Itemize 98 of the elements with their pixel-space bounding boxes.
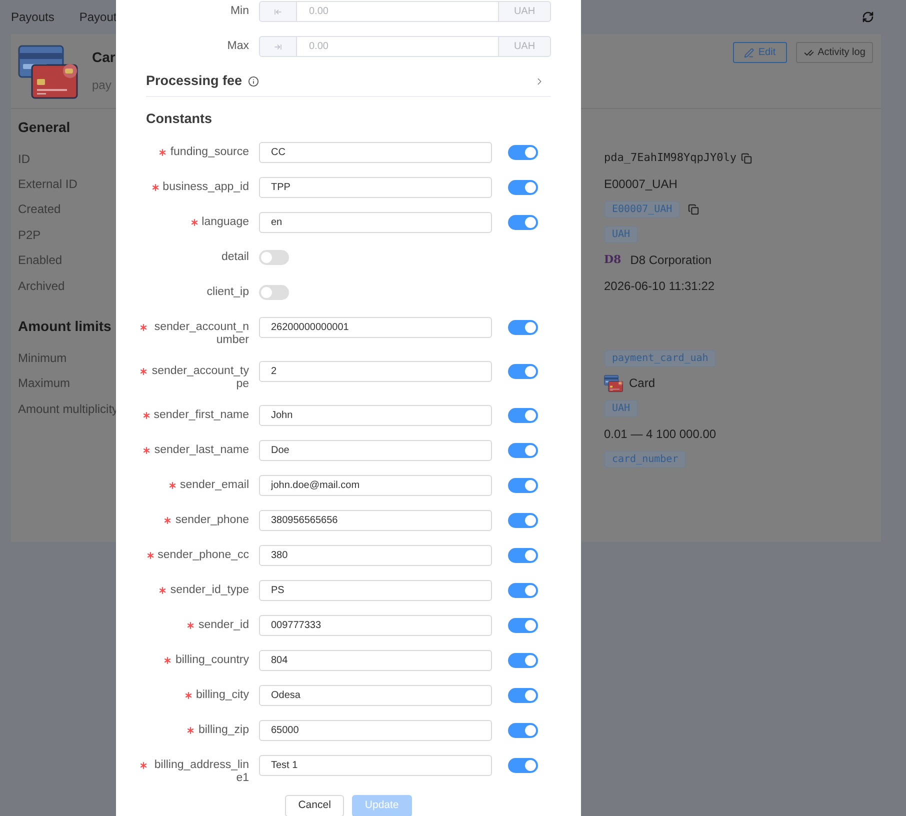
text-input[interactable]: 2 <box>259 361 492 382</box>
field-value: E00007_UAH <box>604 176 678 194</box>
text-input[interactable]: Odesa <box>259 685 492 706</box>
field-label: Minimum <box>18 350 67 368</box>
field-label: Enabled <box>18 252 62 270</box>
text-input[interactable]: Test 1 <box>259 755 492 776</box>
toggle-switch[interactable] <box>508 688 538 703</box>
field-label: billing_zip <box>198 724 249 737</box>
amount-input[interactable]: 0.00 <box>297 36 498 57</box>
text-input[interactable]: PS <box>259 580 492 601</box>
code-tag: card_number <box>604 451 686 468</box>
copy-icon[interactable] <box>741 153 752 164</box>
field-label: billing_city <box>196 689 249 702</box>
refresh-icon[interactable] <box>862 11 874 23</box>
text-input[interactable]: 804 <box>259 650 492 671</box>
field-label: sender_id <box>198 619 249 632</box>
toggle-switch[interactable] <box>508 320 538 335</box>
toggle-switch[interactable] <box>508 145 538 160</box>
credit-cards-icon <box>604 374 623 392</box>
company-logo: D8 <box>604 252 622 268</box>
nav-link[interactable]: Payout <box>79 8 117 26</box>
toggle-switch[interactable] <box>508 443 538 458</box>
id-value: pda_7EahIM98YqpJY0ly <box>604 150 736 166</box>
field-label: language <box>202 216 249 229</box>
amount-input[interactable]: 0.00 <box>297 1 498 22</box>
field-label: Amount multiplicity <box>18 400 118 418</box>
nav-link[interactable]: Payouts <box>11 8 54 26</box>
toggle-switch[interactable] <box>508 653 538 668</box>
credit-cards-icon <box>18 45 78 99</box>
text-input[interactable]: 65000 <box>259 720 492 741</box>
field-label: ID <box>18 150 30 168</box>
field-label: business_app_id <box>162 181 249 194</box>
code-tag: UAH <box>604 226 638 244</box>
copy-icon[interactable] <box>688 204 700 215</box>
double-check-icon <box>804 48 814 58</box>
field-label: P2P <box>18 226 41 244</box>
code-tag: UAH <box>604 400 638 418</box>
field-label: sender_last_name <box>154 444 249 457</box>
page-title: Car <box>92 48 116 66</box>
text-input[interactable]: 009777333 <box>259 615 492 636</box>
field-value: 2026-06-10 11:31:22 <box>604 278 715 295</box>
toggle-switch[interactable] <box>259 285 289 300</box>
field-label: funding_source <box>170 146 249 159</box>
text-input[interactable]: John <box>259 405 492 426</box>
field-label: billing_address_line1 <box>153 759 249 785</box>
toggle-switch[interactable] <box>508 215 538 230</box>
toggle-switch[interactable] <box>259 250 289 265</box>
field-label: sender_first_name <box>154 409 249 422</box>
info-icon <box>248 76 260 87</box>
field-label: Archived <box>18 278 65 295</box>
section-title: Processing fee <box>146 72 242 90</box>
activity-log-button[interactable]: Activity log <box>796 42 873 63</box>
text-input[interactable]: 26200000000001 <box>259 317 492 338</box>
payment-method-name: Card <box>629 375 656 392</box>
section-title: Amount limits <box>18 317 112 336</box>
field-label: Min <box>230 4 249 19</box>
arrow-to-line-icon <box>274 8 282 16</box>
toggle-switch[interactable] <box>508 723 538 738</box>
toggle-switch[interactable] <box>508 364 538 379</box>
toggle-switch[interactable] <box>508 478 538 493</box>
toggle-switch[interactable] <box>508 618 538 633</box>
toggle-switch[interactable] <box>508 583 538 598</box>
field-label: sender_account_number <box>153 321 249 347</box>
field-label: Created <box>18 201 61 218</box>
cancel-button[interactable]: Cancel <box>285 795 344 816</box>
text-input[interactable]: Doe <box>259 440 492 461</box>
toggle-switch[interactable] <box>508 513 538 528</box>
toggle-switch[interactable] <box>508 758 538 773</box>
toggle-switch[interactable] <box>508 180 538 195</box>
field-label: sender_account_type <box>151 365 249 391</box>
field-label: client_ip <box>206 286 249 299</box>
text-input[interactable]: TPP <box>259 177 492 198</box>
text-input[interactable]: john.doe@mail.com <box>259 475 492 496</box>
toggle-switch[interactable] <box>508 548 538 563</box>
field-label: detail <box>222 251 249 264</box>
text-input[interactable]: en <box>259 212 492 233</box>
section-title: Constants <box>146 110 212 128</box>
code-tag: payment_card_uah <box>604 350 716 367</box>
field-label: sender_email <box>180 479 249 492</box>
section-title: General <box>18 118 70 136</box>
code-tag: E00007_UAH <box>604 200 680 218</box>
company-name: D8 Corporation <box>630 252 712 270</box>
field-value: 0.01 — 4 100 000.00 <box>604 426 716 444</box>
field-label: Max <box>227 38 249 54</box>
field-label: sender_phone_cc <box>158 549 249 562</box>
text-input[interactable]: 380 <box>259 545 492 566</box>
pen-icon <box>744 48 754 58</box>
field-label: sender_id_type <box>170 584 249 597</box>
currency-addon: UAH <box>498 1 551 22</box>
field-label: Maximum <box>18 375 70 392</box>
text-input[interactable]: 380956565656 <box>259 510 492 531</box>
arrow-to-line-icon <box>274 42 282 50</box>
field-label: billing_country <box>175 654 249 667</box>
currency-addon: UAH <box>498 36 551 57</box>
text-input[interactable]: CC <box>259 142 492 163</box>
field-label: External ID <box>18 176 78 194</box>
toggle-switch[interactable] <box>508 408 538 423</box>
field-label: sender_phone <box>175 514 249 527</box>
